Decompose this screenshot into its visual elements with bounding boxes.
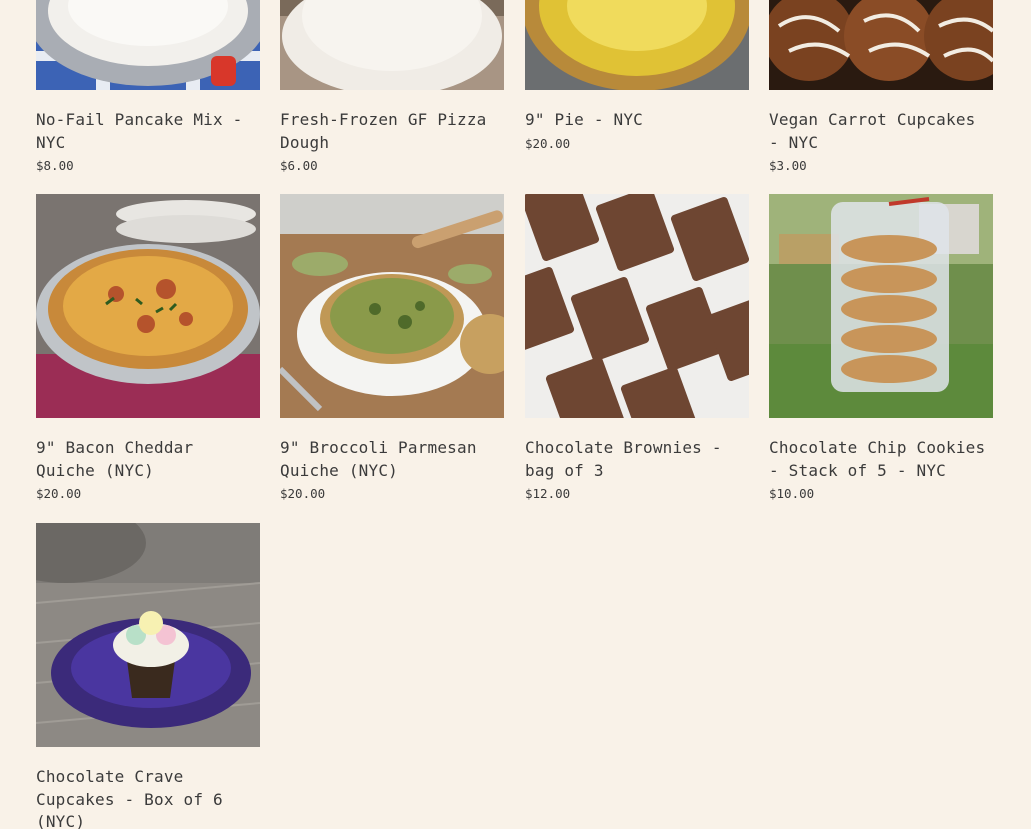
product-title[interactable]: Chocolate Crave Cupcakes - Box of 6 (NYC… <box>36 766 260 829</box>
product-price: $20.00 <box>36 486 82 501</box>
pie-image <box>525 0 749 90</box>
product-card-cookie-stack[interactable]: Chocolate Chip Cookies - Stack of 5 - NY… <box>769 194 993 504</box>
product-price: $8.00 <box>36 158 74 173</box>
brownies-image <box>525 194 749 418</box>
product-price: $20.00 <box>525 135 571 151</box>
product-title[interactable]: No-Fail Pancake Mix - NYC <box>36 109 260 154</box>
product-title[interactable]: Fresh-Frozen GF Pizza Dough <box>280 109 504 154</box>
bacon-quiche-image <box>36 194 260 418</box>
product-title[interactable]: Chocolate Brownies - bag of 3 <box>525 437 749 482</box>
product-card-broccoli-quiche[interactable]: 9" Broccoli Parmesan Quiche (NYC) $20.00 <box>280 194 504 504</box>
product-image-cookie-stack[interactable] <box>769 194 993 418</box>
flour-bowl-image <box>36 0 260 90</box>
product-card-carrot-cupcakes[interactable]: Vegan Carrot Cupcakes - NYC $3.00 <box>769 0 993 176</box>
product-card-pie[interactable]: 9" Pie - NYC $20.00 <box>525 0 749 154</box>
product-card-pancake-mix[interactable]: No-Fail Pancake Mix - NYC $8.00 <box>36 0 260 176</box>
product-price: $12.00 <box>525 486 571 501</box>
product-price: $6.00 <box>280 158 318 173</box>
product-card-brownies[interactable]: Chocolate Brownies - bag of 3 $12.00 <box>525 194 749 504</box>
cookie-stack-image <box>769 194 993 418</box>
product-price: $3.00 <box>769 158 807 173</box>
product-image-iced-cupcakes[interactable] <box>769 0 993 90</box>
product-image-dough-ball[interactable] <box>280 0 504 90</box>
product-image-broccoli-quiche[interactable] <box>280 194 504 418</box>
product-image-flour-bowl[interactable] <box>36 0 260 90</box>
dough-ball-image <box>280 0 504 90</box>
product-card-chocolate-cupcakes[interactable]: Chocolate Crave Cupcakes - Box of 6 (NYC… <box>36 523 260 829</box>
product-title[interactable]: Chocolate Chip Cookies - Stack of 5 - NY… <box>769 437 993 482</box>
product-card-bacon-quiche[interactable]: 9" Bacon Cheddar Quiche (NYC) $20.00 <box>36 194 260 504</box>
cupcake-plate-image <box>36 523 260 747</box>
product-price: $20.00 <box>280 486 326 501</box>
product-title[interactable]: 9" Pie - NYC <box>525 109 749 132</box>
product-title[interactable]: 9" Bacon Cheddar Quiche (NYC) <box>36 437 260 482</box>
product-title[interactable]: 9" Broccoli Parmesan Quiche (NYC) <box>280 437 504 482</box>
product-title[interactable]: Vegan Carrot Cupcakes - NYC <box>769 109 993 154</box>
product-card-pizza-dough[interactable]: Fresh-Frozen GF Pizza Dough $6.00 <box>280 0 504 176</box>
product-image-bacon-quiche[interactable] <box>36 194 260 418</box>
iced-cupcakes-image <box>769 0 993 90</box>
broccoli-quiche-image <box>280 194 504 418</box>
product-image-pie[interactable] <box>525 0 749 90</box>
product-image-brownies[interactable] <box>525 194 749 418</box>
product-image-cupcake-plate[interactable] <box>36 523 260 747</box>
product-price: $10.00 <box>769 486 815 501</box>
